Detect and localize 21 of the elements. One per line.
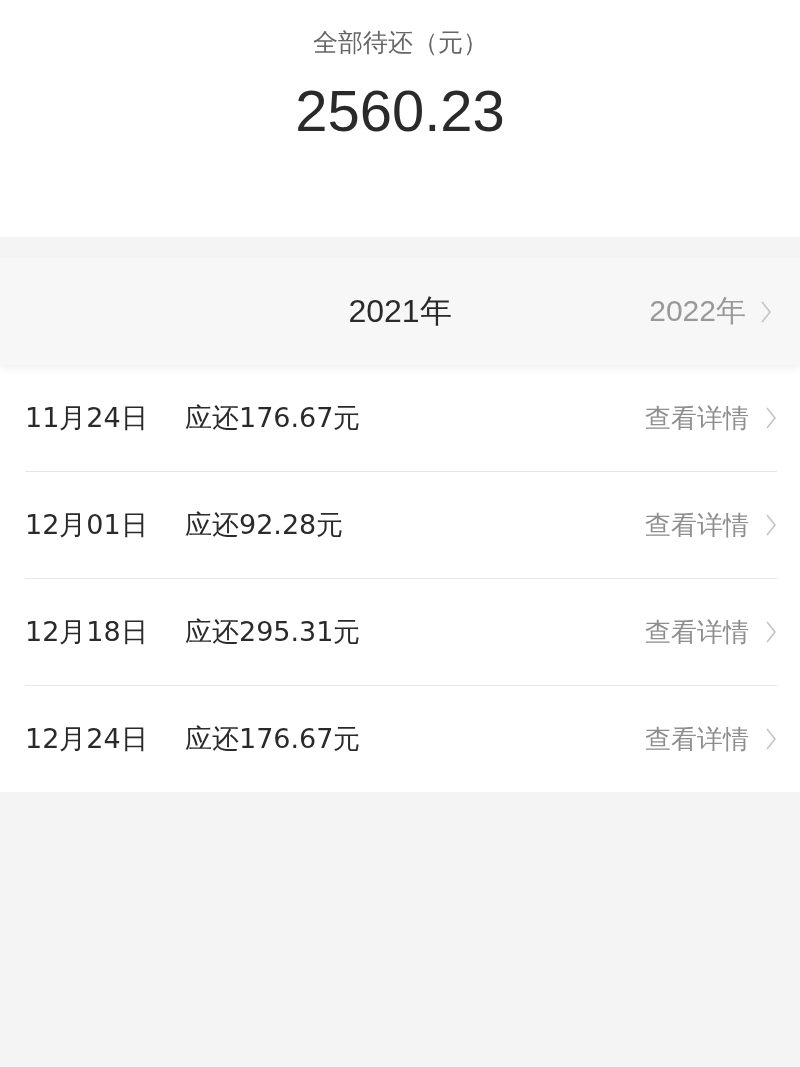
chevron-right-icon xyxy=(765,620,777,644)
chevron-right-icon xyxy=(765,406,777,430)
amount-due: 应还295.31元 xyxy=(185,615,361,649)
chevron-right-icon xyxy=(765,727,777,751)
bill-date: 12月18日 xyxy=(25,615,149,649)
bill-date: 12月24日 xyxy=(25,722,149,756)
amount-due: 应还176.67元 xyxy=(185,722,361,756)
view-details-link[interactable]: 查看详情 xyxy=(645,507,749,543)
year-tab[interactable]: 2021年 xyxy=(348,289,452,334)
view-details-link[interactable]: 查看详情 xyxy=(645,614,749,650)
chevron-right-icon xyxy=(760,299,772,324)
amount-due: 应还176.67元 xyxy=(185,401,361,435)
total-due-label: 全部待还（元） xyxy=(312,27,488,59)
view-details-link[interactable]: 查看详情 xyxy=(645,400,749,436)
view-details-link[interactable]: 查看详情 xyxy=(645,721,749,757)
year-tab[interactable]: 2022年 xyxy=(649,291,746,332)
amount-due: 应还92.28元 xyxy=(185,508,344,542)
total-due-amount: 2560.23 xyxy=(295,77,505,144)
bill-date: 12月01日 xyxy=(25,508,149,542)
chevron-right-icon xyxy=(765,513,777,537)
bill-date: 11月24日 xyxy=(25,401,149,435)
